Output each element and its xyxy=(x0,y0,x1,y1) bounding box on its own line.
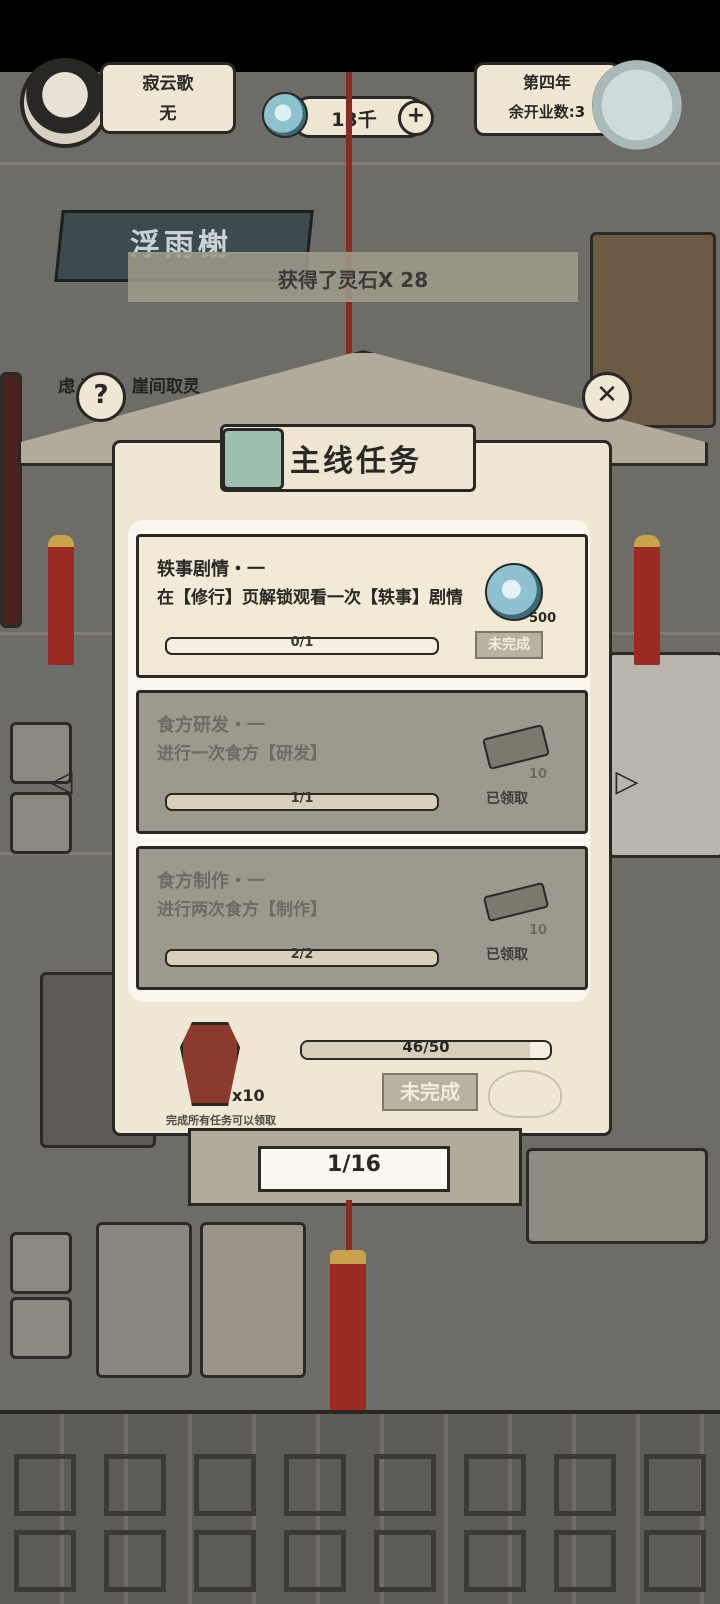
player-title: 无 xyxy=(159,104,177,124)
meander-motif xyxy=(104,1454,166,1516)
previous-page-arrow-icon[interactable]: ◁ xyxy=(28,762,94,802)
stool xyxy=(10,1297,72,1359)
final-reward-hint: 完成所有任务可以领取 xyxy=(166,1114,276,1127)
meander-motif xyxy=(554,1530,616,1592)
overall-progress-text: 46/50 xyxy=(402,1038,450,1056)
player-name: 寂云歌 xyxy=(142,74,194,94)
table xyxy=(96,1222,192,1378)
stool xyxy=(10,1232,72,1294)
chopping-block xyxy=(200,1222,306,1378)
teapot-icon xyxy=(488,1070,562,1118)
meander-motif xyxy=(194,1530,256,1592)
spirit-stone-value: 13千 xyxy=(331,109,377,131)
season-dial-icon[interactable] xyxy=(592,60,682,150)
task-title: 食方研发・一 xyxy=(157,715,265,736)
task-card[interactable]: 食方制作・一 进行两次食方【制作】 2/2 10 已领取 xyxy=(136,846,588,990)
spirit-stone-icon xyxy=(262,92,308,138)
meander-motif xyxy=(284,1530,346,1592)
close-button[interactable]: ✕ xyxy=(582,372,632,422)
task-status-button[interactable]: 未完成 xyxy=(475,631,543,659)
next-page-arrow-icon[interactable]: ▷ xyxy=(594,762,660,802)
task-title: 轶事剧情・一 xyxy=(157,559,265,580)
tool-icon xyxy=(482,881,550,923)
help-button[interactable]: ? xyxy=(76,372,126,422)
player-info-card[interactable]: 寂云歌 无 xyxy=(100,62,236,134)
task-list[interactable]: 轶事剧情・一 在【修行】页解锁观看一次【轶事】剧情 0/1 500 未完成 食方… xyxy=(128,520,590,1002)
stone-table xyxy=(526,1148,708,1244)
meander-motif xyxy=(374,1454,436,1516)
task-progress-text: 0/1 xyxy=(290,635,314,650)
task-description: 进行两次食方【制作】 xyxy=(157,900,327,920)
meander-motif xyxy=(14,1454,76,1516)
task-reward-amount: 500 xyxy=(529,611,557,626)
hanging-pole xyxy=(346,72,352,372)
add-spirit-stone-button[interactable]: + xyxy=(398,100,434,136)
decorative-border xyxy=(0,1410,720,1604)
meander-motif xyxy=(554,1454,616,1516)
tool-icon xyxy=(482,723,550,771)
scroll-icon xyxy=(222,428,284,490)
panel-title: 主线任务 xyxy=(290,444,422,479)
task-reward-amount: 10 xyxy=(529,767,548,782)
meander-motif xyxy=(374,1530,436,1592)
left-tassel xyxy=(48,535,74,665)
task-status-label: 已领取 xyxy=(486,791,528,807)
task-title: 食方制作・一 xyxy=(157,871,265,892)
floor-line xyxy=(0,162,720,165)
screen xyxy=(608,652,720,858)
page-indicator: 1/16 xyxy=(327,1152,381,1177)
task-reward-amount: 10 xyxy=(529,923,548,938)
meander-motif xyxy=(284,1454,346,1516)
meander-motif xyxy=(104,1530,166,1592)
claim-final-reward-button[interactable]: 未完成 xyxy=(382,1073,478,1111)
right-tassel xyxy=(634,535,660,665)
meander-motif xyxy=(464,1530,526,1592)
reward-toast-text: 获得了灵石X 28 xyxy=(277,268,429,292)
task-description: 在【修行】页解锁观看一次【轶事】剧情 xyxy=(157,588,463,608)
final-reward-count: x10 xyxy=(232,1086,265,1105)
meander-motif xyxy=(644,1454,706,1516)
task-status-label: 已领取 xyxy=(486,947,528,963)
task-description: 进行一次食方【研发】 xyxy=(157,744,327,764)
task-progress-text: 2/2 xyxy=(290,947,314,962)
meander-motif xyxy=(14,1530,76,1592)
meander-motif xyxy=(464,1454,526,1516)
meander-motif xyxy=(644,1530,706,1592)
pillar xyxy=(0,372,22,628)
meander-motif xyxy=(194,1454,256,1516)
task-card[interactable]: 食方研发・一 进行一次食方【研发】 1/1 10 已领取 xyxy=(136,690,588,834)
reward-toast: 获得了灵石X 28 xyxy=(128,252,578,302)
task-progress-text: 1/1 xyxy=(290,791,314,806)
player-avatar[interactable] xyxy=(20,58,110,148)
task-card[interactable]: 轶事剧情・一 在【修行】页解锁观看一次【轶事】剧情 0/1 500 未完成 xyxy=(136,534,588,678)
